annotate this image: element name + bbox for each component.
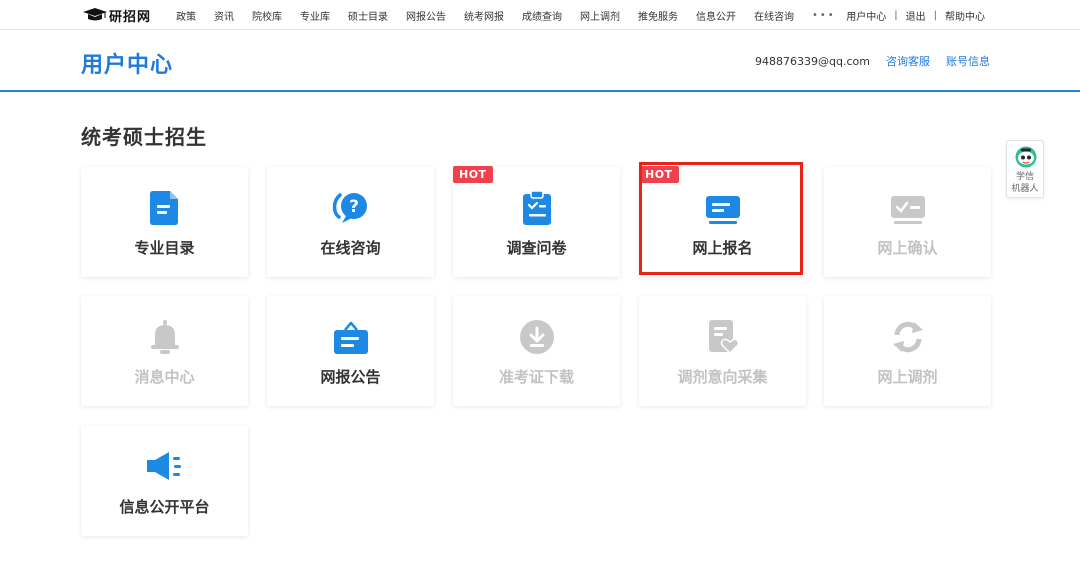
card-message-center[interactable]: 消息中心 [81, 296, 248, 406]
logo-text: 研招网 [109, 9, 152, 25]
nav-item-recommendation[interactable]: 推免服务 [638, 8, 678, 23]
separator: | [933, 10, 937, 21]
card-admission-ticket-download[interactable]: 准考证下载 [453, 296, 620, 406]
bell-icon [150, 320, 179, 354]
graduation-cap-icon [83, 8, 107, 21]
nav-item-policy[interactable]: 政策 [176, 8, 196, 23]
confirm-card-icon [890, 196, 925, 224]
heart-document-icon [708, 320, 739, 354]
card-online-confirm[interactable]: 网上确认 [824, 167, 991, 277]
nav-item-consult[interactable]: 在线咨询 [754, 8, 794, 23]
separator: | [894, 10, 898, 21]
card-announcements[interactable]: 网报公告 [267, 296, 434, 406]
card-online-adjustment[interactable]: 网上调剂 [824, 296, 991, 406]
section-title: 统考硕士招生 [81, 125, 207, 149]
robot-label-line2: 机器人 [1011, 184, 1039, 194]
nav-item-majors[interactable]: 专业库 [300, 8, 330, 23]
card-label: 调剂意向采集 [677, 368, 768, 386]
id-card-icon [705, 196, 740, 224]
card-survey[interactable]: HOT 调查问卷 [453, 166, 620, 277]
card-label: 专业目录 [134, 239, 195, 257]
card-label: 信息公开平台 [119, 498, 210, 516]
card-label: 在线咨询 [320, 239, 381, 257]
card-major-catalog[interactable]: 专业目录 [81, 167, 248, 277]
card-label: 消息中心 [134, 368, 195, 386]
nav-item-online-application[interactable]: 统考网报 [464, 8, 504, 23]
xuexin-robot-widget[interactable]: 学信 机器人 [1006, 140, 1044, 198]
help-center-link[interactable]: 帮助中心 [945, 8, 985, 23]
question-bubble-icon: ? [332, 193, 367, 223]
nav-item-news[interactable]: 资讯 [214, 8, 234, 23]
card-label: 网报公告 [320, 368, 381, 386]
page-header: 用户中心 948876339@qq.com 咨询客服 账号信息 [0, 30, 1080, 92]
card-label: 网上调剂 [877, 368, 938, 386]
hot-badge: HOT [453, 166, 493, 183]
user-email: 948876339@qq.com [755, 54, 870, 68]
card-label: 网上报名 [692, 239, 753, 257]
account-info-link[interactable]: 账号信息 [946, 53, 990, 69]
svg-text:?: ? [349, 197, 359, 217]
card-label: 准考证下载 [498, 368, 574, 386]
nav-item-master-catalog[interactable]: 硕士目录 [348, 8, 388, 23]
nav-item-score-query[interactable]: 成绩查询 [522, 8, 562, 23]
main-nav: 政策 资讯 院校库 专业库 硕士目录 网报公告 统考网报 成绩查询 网上调剂 推… [176, 8, 836, 23]
nav-item-announcements[interactable]: 网报公告 [406, 8, 446, 23]
customer-service-link[interactable]: 咨询客服 [886, 53, 930, 69]
page-title: 用户中心 [81, 53, 174, 78]
card-info-disclosure-platform[interactable]: 信息公开平台 [81, 426, 248, 536]
megaphone-icon [146, 452, 181, 480]
refresh-icon [892, 321, 923, 353]
card-adjustment-intention[interactable]: 调剂意向采集 [639, 296, 806, 406]
document-icon [149, 191, 178, 225]
user-center-link[interactable]: 用户中心 [846, 8, 886, 23]
clipboard-check-icon [522, 191, 551, 225]
download-icon [519, 320, 554, 354]
account-bar: 948876339@qq.com 咨询客服 账号信息 [755, 53, 990, 69]
site-logo[interactable]: 研招网 [83, 6, 152, 25]
nav-item-schools[interactable]: 院校库 [252, 8, 282, 23]
hot-badge: HOT [639, 166, 679, 183]
nav-item-disclosure[interactable]: 信息公开 [696, 8, 736, 23]
logout-link[interactable]: 退出 [906, 8, 926, 23]
notice-bag-icon [333, 321, 368, 354]
card-label: 网上确认 [877, 239, 938, 257]
robot-label-line1: 学信 [1015, 172, 1034, 182]
more-icon[interactable]: ••• [812, 10, 836, 21]
nav-item-adjustment[interactable]: 网上调剂 [580, 8, 620, 23]
top-nav-bar: 研招网 政策 资讯 院校库 专业库 硕士目录 网报公告 统考网报 成绩查询 网上… [0, 0, 1080, 30]
robot-avatar-icon [1015, 146, 1037, 168]
top-right-links: 用户中心 | 退出 | 帮助中心 [846, 8, 985, 23]
card-online-registration[interactable]: HOT 网上报名 [639, 166, 806, 277]
card-online-consult[interactable]: ? 在线咨询 [267, 167, 434, 277]
card-label: 调查问卷 [506, 239, 567, 257]
